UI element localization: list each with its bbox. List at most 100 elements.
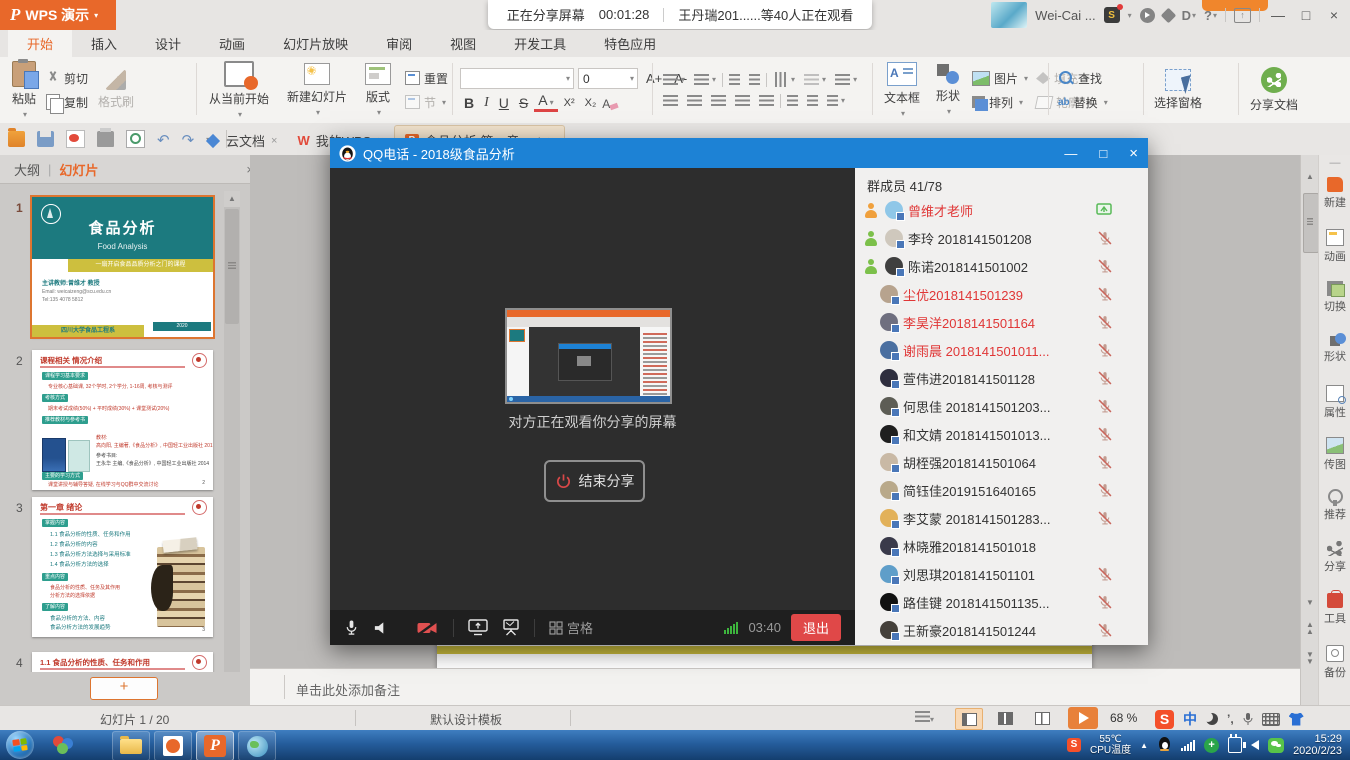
next-slide-icon[interactable]: ▼▼	[1301, 650, 1319, 667]
exit-call-button[interactable]: 退出	[791, 614, 841, 641]
sidebar-scrollbar[interactable]: ▲	[224, 191, 240, 672]
tab-developer[interactable]: 开发工具	[495, 30, 585, 57]
keyboard-icon[interactable]	[1262, 713, 1280, 726]
spacing-medium-button[interactable]	[804, 93, 821, 108]
taskbar-wps-office-icon[interactable]	[46, 731, 82, 759]
qq-titlebar[interactable]: QQ电话 - 2018级食品分析 — □ ×	[330, 138, 1148, 168]
line-spacing-button[interactable]	[832, 72, 860, 87]
shapes-button[interactable]: 形状	[932, 59, 964, 121]
copy-button[interactable]: 复制	[46, 94, 88, 111]
print-icon[interactable]	[97, 131, 114, 147]
align-right-button[interactable]	[708, 93, 729, 108]
strikethrough-button[interactable]: S	[515, 95, 532, 111]
new-slide-button[interactable]: 新建幻灯片	[283, 59, 351, 121]
end-share-button[interactable]: 结束分享	[544, 460, 645, 502]
table-style-button[interactable]	[801, 72, 829, 87]
member-row[interactable]: 李玲 2018141501208	[855, 224, 1148, 252]
ime-language-toggle[interactable]: 中	[1183, 709, 1197, 729]
scroll-thumb[interactable]	[1303, 193, 1319, 253]
find-button[interactable]: 查找	[1058, 70, 1108, 87]
rail-backup-button[interactable]: 备份	[1319, 645, 1350, 680]
member-row[interactable]: 陈诺2018141501002	[855, 252, 1148, 280]
text-direction-button[interactable]	[770, 72, 798, 87]
italic-button[interactable]: I	[480, 95, 493, 111]
skin-shirt-icon[interactable]	[1289, 713, 1304, 726]
normal-view-button[interactable]	[955, 708, 983, 730]
slide-thumbnail-3[interactable]: 第一章 绪论 掌握内容 1.1 食品分析的性质、任务和作用 1.2 食品分析的内…	[32, 497, 213, 637]
redo-icon[interactable]: ↷	[182, 131, 195, 147]
scroll-thumb[interactable]	[225, 209, 239, 324]
member-row[interactable]: 简钰佳2019151640165	[855, 476, 1148, 504]
save-icon[interactable]	[37, 131, 54, 147]
selection-pane-button[interactable]: 选择窗格	[1150, 59, 1206, 121]
speaker-icon[interactable]	[373, 620, 388, 636]
chevron-down-icon[interactable]: ▾	[1128, 11, 1132, 20]
member-row[interactable]: 何思佳 2018141501203...	[855, 392, 1148, 420]
numbering-button[interactable]	[691, 72, 719, 87]
minimize-button[interactable]: —	[1268, 7, 1288, 23]
subscript-button[interactable]: X₂	[581, 97, 601, 109]
previous-slide-icon[interactable]: ▲▲	[1301, 620, 1319, 637]
textbox-button[interactable]: A 文本框	[880, 59, 924, 121]
layout-button[interactable]: 版式	[361, 59, 395, 121]
qq-minimize-button[interactable]: —	[1064, 146, 1077, 161]
collapse-rail-icon[interactable]: —	[1319, 157, 1350, 169]
font-name-select[interactable]	[460, 68, 574, 89]
screen-share-icon[interactable]	[468, 619, 488, 636]
spacing-loose-button[interactable]	[824, 93, 848, 108]
spacing-tight-button[interactable]	[784, 93, 801, 108]
distribute-button[interactable]	[756, 93, 777, 108]
replace-button[interactable]: ab替换	[1058, 94, 1108, 111]
font-size-select[interactable]: 0	[578, 68, 638, 89]
justify-button[interactable]	[732, 93, 753, 108]
scroll-up-icon[interactable]: ▲	[224, 191, 240, 207]
member-row[interactable]: 和文婧 2018141501013...	[855, 420, 1148, 448]
skin-icon[interactable]	[1140, 8, 1155, 23]
cut-button[interactable]: 剪切	[46, 70, 88, 87]
increase-indent-button[interactable]	[746, 72, 763, 87]
vip-badge-icon[interactable]: S	[1104, 7, 1120, 23]
power-plug-icon[interactable]	[1228, 737, 1242, 753]
member-row[interactable]: 萱伟进2018141501128	[855, 364, 1148, 392]
slide-thumbnail-2[interactable]: 课程相关 情况介绍 课程学习基本要求 专业核心基础课, 32个学时, 2个学分,…	[32, 350, 213, 490]
tray-sogou-icon[interactable]: S	[1067, 738, 1081, 752]
arrange-button[interactable]: 排列	[972, 94, 1028, 111]
slide-thumbnail-4[interactable]: 1.1 食品分析的性质、任务和作用	[32, 652, 213, 672]
rail-recommend-button[interactable]: 推荐	[1319, 489, 1350, 522]
qq-close-button[interactable]: ×	[1129, 145, 1138, 162]
view-options-icon[interactable]: ▾	[915, 711, 934, 725]
camera-off-icon[interactable]	[416, 620, 439, 636]
open-file-icon[interactable]	[8, 131, 25, 147]
volume-icon[interactable]	[1251, 740, 1259, 750]
bullets-button[interactable]	[660, 72, 688, 87]
rail-new-button[interactable]: 新建	[1319, 177, 1350, 210]
mic-icon[interactable]	[1243, 712, 1253, 726]
taskbar-wps-presentation-icon[interactable]: P	[196, 731, 234, 760]
docer-menu[interactable]: D▾	[1182, 8, 1196, 23]
member-row[interactable]: 尘优2018141501239	[855, 280, 1148, 308]
member-row[interactable]: 李昊洋2018141501164	[855, 308, 1148, 336]
rail-animation-button[interactable]: 动画	[1319, 229, 1350, 264]
tab-insert[interactable]: 插入	[72, 30, 136, 57]
tray-qq-icon[interactable]	[1157, 737, 1172, 753]
scroll-down-icon[interactable]: ▼	[1301, 595, 1319, 611]
tab-view[interactable]: 视图	[431, 30, 495, 57]
rail-tools-button[interactable]: 工具	[1319, 593, 1350, 626]
user-avatar[interactable]	[991, 2, 1027, 28]
member-row[interactable]: 李艾蒙 2018141501283...	[855, 504, 1148, 532]
font-color-button[interactable]: A	[534, 94, 557, 112]
underline-button[interactable]: U	[495, 95, 513, 111]
member-row[interactable]: 刘思琪2018141501101	[855, 560, 1148, 588]
export-pdf-icon[interactable]	[66, 130, 85, 148]
rail-share-button[interactable]: 分享	[1319, 541, 1350, 574]
close-button[interactable]: ×	[1324, 7, 1344, 23]
maximize-button[interactable]: □	[1296, 7, 1316, 23]
tab-design[interactable]: 设计	[136, 30, 200, 57]
slides-tab[interactable]: 幻灯片	[59, 160, 98, 179]
reading-view-button[interactable]	[1029, 708, 1055, 728]
sogou-icon[interactable]: S	[1155, 710, 1174, 729]
member-row[interactable]: 林晓雅2018141501018	[855, 532, 1148, 560]
undo-icon[interactable]: ↶	[157, 131, 170, 147]
tab-slideshow[interactable]: 幻灯片放映	[264, 30, 367, 57]
clear-format-button[interactable]: A	[602, 97, 615, 110]
